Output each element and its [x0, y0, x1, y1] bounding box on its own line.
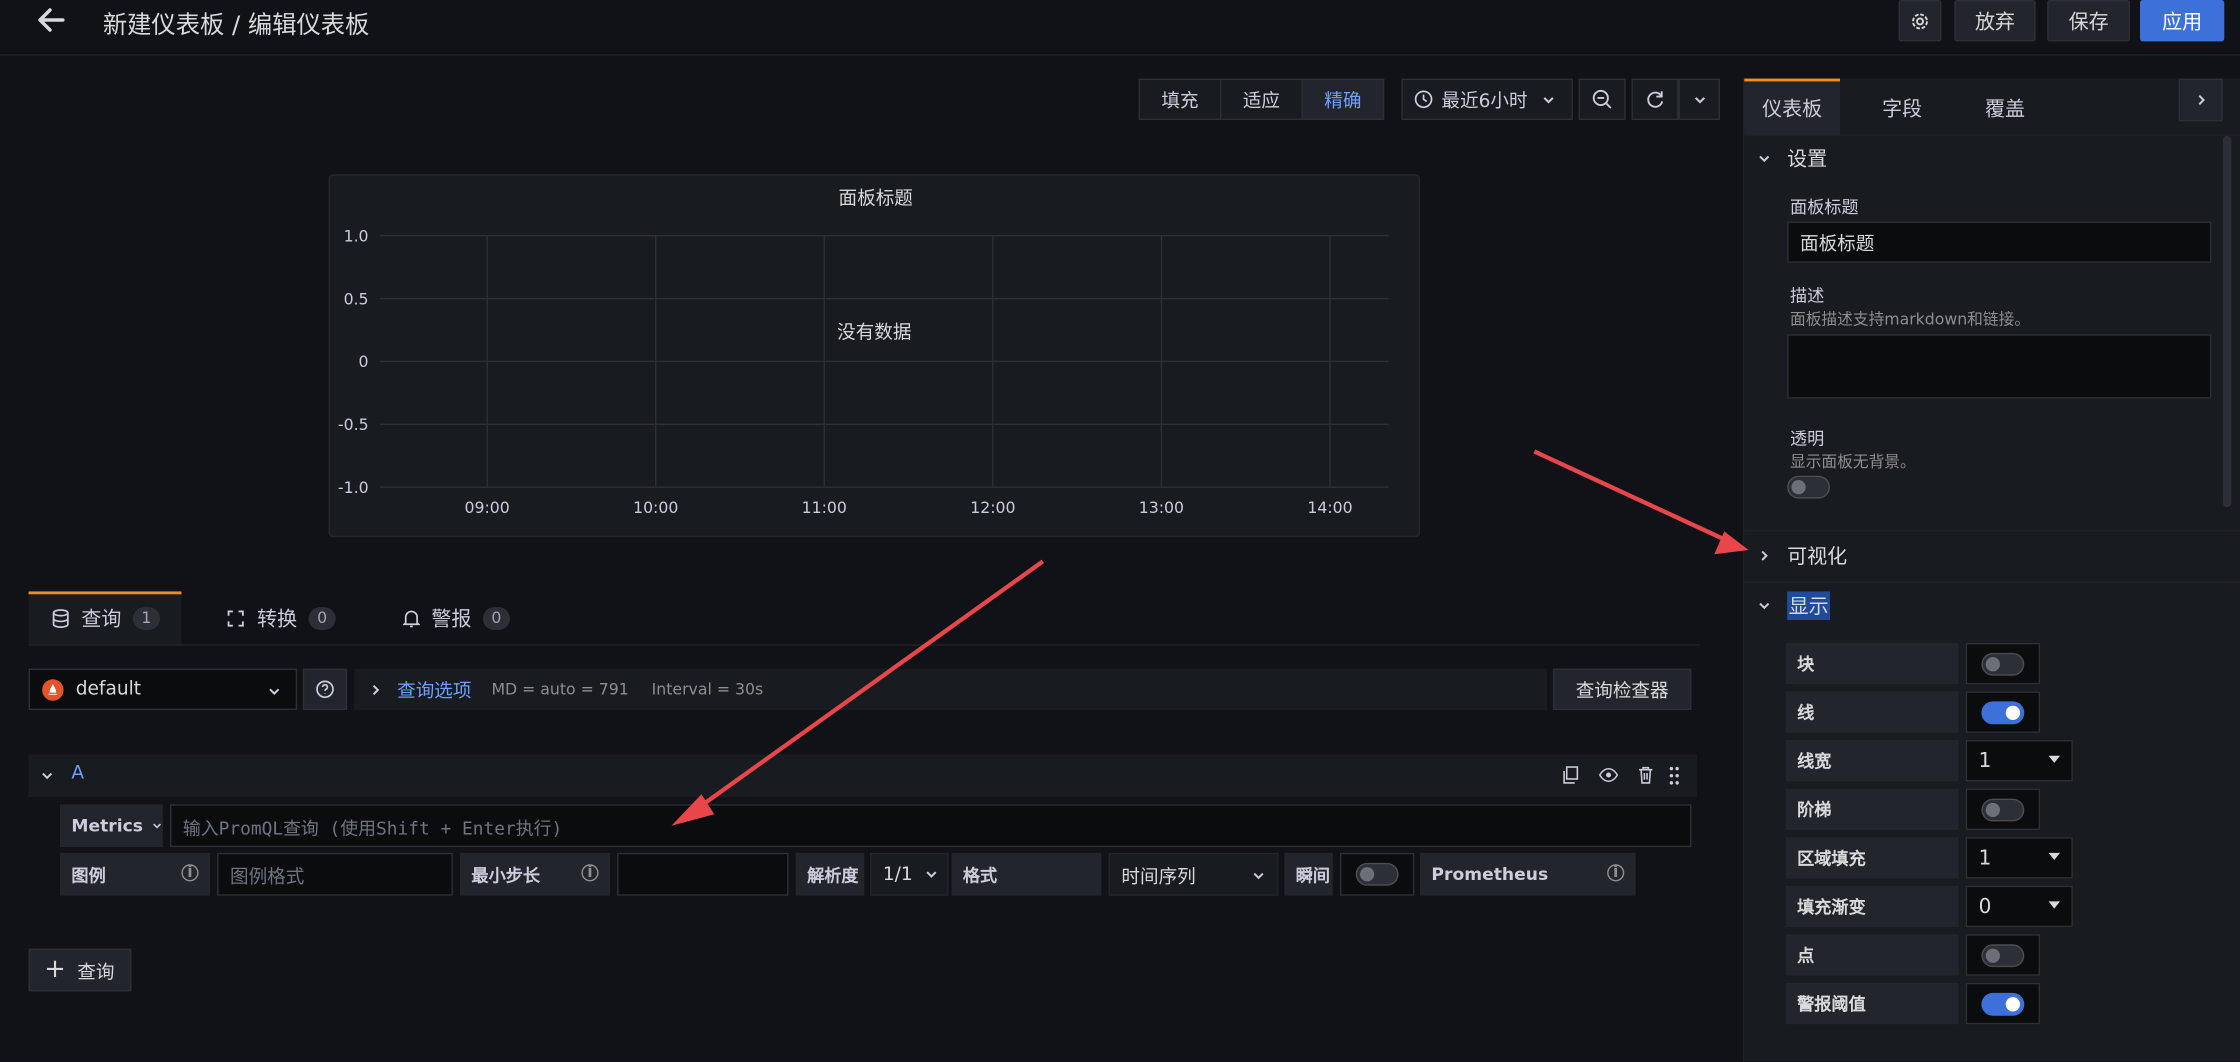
- annotation-arrow-query: [695, 559, 1045, 811]
- annotation-arrows: [671, 449, 1749, 826]
- annotation-arrow-visualization: [1533, 449, 1727, 542]
